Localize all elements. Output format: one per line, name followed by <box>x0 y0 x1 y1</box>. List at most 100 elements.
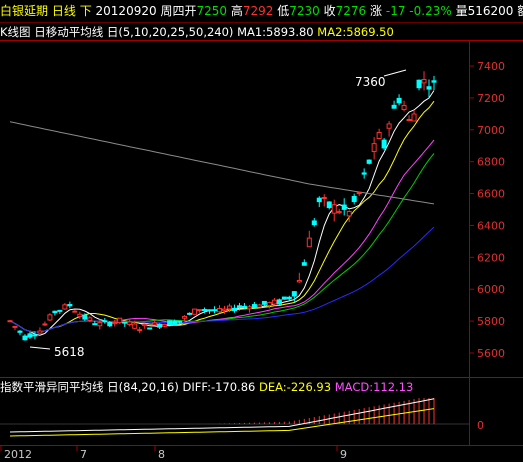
diff-line <box>9 398 435 433</box>
candle-body <box>197 309 203 312</box>
candle-body <box>37 330 43 334</box>
candle-body <box>321 196 327 199</box>
price-tick-label: 6000 <box>477 283 505 296</box>
high-annotation: 7360 <box>355 75 386 89</box>
candle-body <box>122 321 128 324</box>
ma1-line <box>9 90 435 336</box>
candle-body <box>391 104 397 109</box>
candle-body <box>132 323 138 329</box>
candle-body <box>356 192 362 195</box>
candle-body <box>431 80 437 83</box>
low-annotation-leader <box>29 346 51 350</box>
candle-body <box>366 159 372 164</box>
price-tick-label: 7000 <box>477 124 505 137</box>
candle-body <box>236 305 242 308</box>
candle-body <box>311 220 317 226</box>
date-tick-label: 9 <box>340 448 347 461</box>
candle-body <box>296 279 302 283</box>
date-axis: 2012 7 8 9 <box>0 446 347 461</box>
candle-body <box>192 308 198 315</box>
price-axis: 7400 7200 7000 6800 6600 6400 6200 6000 5800 5600… <box>469 60 505 432</box>
candle-body <box>147 327 153 330</box>
candle-body <box>52 310 58 314</box>
candle-body <box>411 113 417 122</box>
candle-body <box>152 322 158 326</box>
candle-body <box>117 317 123 324</box>
candle-body <box>72 310 78 313</box>
candle-body <box>336 211 342 214</box>
price-tick-label: 6800 <box>477 156 505 169</box>
candle-body <box>47 314 53 321</box>
date-tick-label: 7 <box>80 448 87 461</box>
candle-body <box>77 313 83 318</box>
candle-body <box>221 308 227 311</box>
candle-body <box>42 323 48 326</box>
candle-body <box>187 312 193 315</box>
candle-body <box>212 309 218 312</box>
candle-body <box>351 195 357 203</box>
candle-body <box>246 306 252 310</box>
dea-line <box>9 408 435 437</box>
candle-body <box>112 322 118 325</box>
candle-body <box>182 315 188 319</box>
candle-body <box>341 204 347 210</box>
candle-body <box>87 317 93 321</box>
price-tick-label: 6200 <box>477 251 505 264</box>
price-tick-label: 7200 <box>477 92 505 105</box>
candle-body <box>416 79 422 89</box>
high-annotation-leader <box>383 69 407 77</box>
candle-body <box>207 309 213 312</box>
ma2-line <box>9 100 435 333</box>
candle-body <box>266 302 272 307</box>
candle-body <box>346 210 352 217</box>
candle-body <box>301 262 307 266</box>
candle-body <box>142 323 148 327</box>
candle-body <box>177 320 183 323</box>
price-tick-label: 5600 <box>477 347 505 360</box>
candlesticks <box>7 71 437 341</box>
candle-body <box>406 118 412 122</box>
candle-body <box>331 204 337 214</box>
candle-body <box>226 305 232 310</box>
date-tick-label: 2012 <box>4 448 32 461</box>
candle-body <box>421 78 427 84</box>
candle-body <box>371 143 377 152</box>
candle-body <box>162 323 168 327</box>
candle-body <box>376 132 382 139</box>
candle-body <box>102 320 108 323</box>
candle-body <box>251 304 257 309</box>
candle-body <box>137 329 143 332</box>
candle-body <box>381 139 387 149</box>
candle-body <box>67 304 73 307</box>
candle-body <box>82 314 88 320</box>
candle-body <box>27 333 33 338</box>
candle-body <box>217 308 223 313</box>
candle-body <box>361 172 367 175</box>
ma5-line <box>9 226 435 333</box>
price-tick-label: 6400 <box>477 219 505 232</box>
candle-body <box>401 105 407 111</box>
candle-body <box>291 291 297 297</box>
candle-body <box>32 334 38 337</box>
kline-chart[interactable]: 7400 7200 7000 6800 6600 6400 6200 6000 5800 5600… <box>0 0 523 462</box>
price-tick-label: 6600 <box>477 188 505 201</box>
candle-body <box>12 325 18 328</box>
candle-body <box>167 320 173 326</box>
candle-body <box>386 123 392 129</box>
candle-body <box>107 321 113 327</box>
chart-frame <box>0 40 523 446</box>
candle-body <box>22 335 28 341</box>
candle-body <box>241 305 247 308</box>
moving-average-lines <box>9 90 435 336</box>
candle-body <box>261 300 267 305</box>
ma4-line <box>9 153 435 333</box>
candle-body <box>127 321 133 326</box>
candle-body <box>426 86 432 90</box>
low-annotation: 5618 <box>54 345 85 359</box>
candle-body <box>306 237 312 248</box>
price-tick-label: 5800 <box>477 315 505 328</box>
macd-zero-label: 0 <box>477 419 484 432</box>
candle-body <box>276 299 282 305</box>
date-tick-label: 8 <box>158 448 165 461</box>
candle-body <box>92 323 98 326</box>
